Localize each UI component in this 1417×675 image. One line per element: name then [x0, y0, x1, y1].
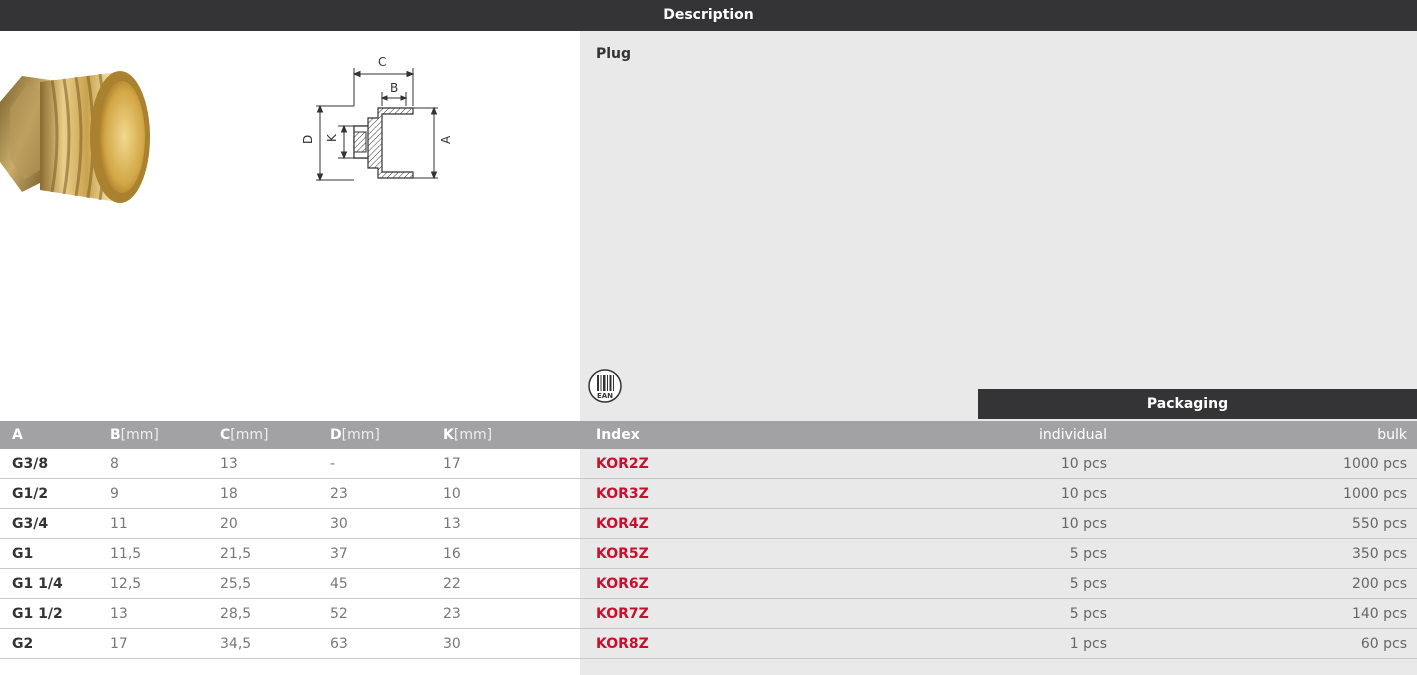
- cell-individual: 10 pcs: [978, 508, 1107, 539]
- cell-bulk: 1000 pcs: [1107, 448, 1417, 479]
- ean-label: EAN: [597, 392, 613, 400]
- cell-a: G3/4: [0, 508, 110, 539]
- header-k: K[mm]: [443, 421, 580, 449]
- cell-b: 8: [110, 448, 220, 479]
- cell-a: G1: [0, 538, 110, 569]
- cell-individual: 10 pcs: [978, 448, 1107, 479]
- cell-individual: 1 pcs: [978, 628, 1107, 659]
- cell-c: 13: [220, 448, 330, 479]
- cell-k: 17: [443, 448, 580, 479]
- table-row: G3/4 11 20 30 13 KOR4Z 10 pcs 550 pcs: [0, 508, 1417, 539]
- cell-c: 18: [220, 478, 330, 509]
- header-c: C[mm]: [220, 421, 330, 449]
- cell-a: G3/8: [0, 448, 110, 479]
- product-photo: [0, 71, 150, 203]
- header-index: Index: [580, 421, 978, 449]
- header-b: B[mm]: [110, 421, 220, 449]
- header-a: A: [0, 421, 110, 449]
- cell-a: G1/2: [0, 478, 110, 509]
- cell-k: 13: [443, 508, 580, 539]
- cell-bulk: 550 pcs: [1107, 508, 1417, 539]
- cell-c: 25,5: [220, 568, 330, 599]
- table-row: G2 17 34,5 63 30 KOR8Z 1 pcs 60 pcs: [0, 628, 1417, 659]
- cell-b: 11: [110, 508, 220, 539]
- cell-index[interactable]: KOR8Z: [580, 628, 978, 659]
- cell-k: 30: [443, 628, 580, 659]
- cell-index[interactable]: KOR2Z: [580, 448, 978, 479]
- cell-bulk: 140 pcs: [1107, 598, 1417, 629]
- cell-individual: 5 pcs: [978, 538, 1107, 569]
- table-header-row: A B[mm] C[mm] D[mm] K[mm] Index individu…: [0, 421, 1417, 449]
- cell-k: 10: [443, 478, 580, 509]
- cell-d: 30: [330, 508, 443, 539]
- cell-individual: 10 pcs: [978, 478, 1107, 509]
- cell-individual: 5 pcs: [978, 568, 1107, 599]
- product-title: Plug: [596, 46, 632, 62]
- cell-d: 37: [330, 538, 443, 569]
- table-row: G1 1/2 13 28,5 52 23 KOR7Z 5 pcs 140 pcs: [0, 598, 1417, 629]
- cell-index[interactable]: KOR4Z: [580, 508, 978, 539]
- cell-k: 23: [443, 598, 580, 629]
- header-bulk: bulk: [1107, 421, 1417, 449]
- description-header: Description: [0, 0, 1417, 31]
- cell-index[interactable]: KOR5Z: [580, 538, 978, 569]
- cell-a: G1 1/4: [0, 568, 110, 599]
- cell-bulk: 350 pcs: [1107, 538, 1417, 569]
- cell-a: G2: [0, 628, 110, 659]
- packaging-title: Packaging: [1146, 396, 1229, 412]
- table-row: G1/2 9 18 23 10 KOR3Z 10 pcs 1000 pcs: [0, 478, 1417, 509]
- cell-a: G1 1/2: [0, 598, 110, 629]
- cell-c: 34,5: [220, 628, 330, 659]
- dimension-k-label: K: [325, 133, 339, 142]
- table-row: G1 11,5 21,5 37 16 KOR5Z 5 pcs 350 pcs: [0, 538, 1417, 569]
- cell-c: 28,5: [220, 598, 330, 629]
- cell-d: 45: [330, 568, 443, 599]
- dimension-a-label: A: [439, 135, 453, 144]
- cell-b: 9: [110, 478, 220, 509]
- cell-k: 22: [443, 568, 580, 599]
- dimensions-table: A B[mm] C[mm] D[mm] K[mm] Index individu…: [0, 421, 1417, 659]
- packaging-header: Packaging: [978, 389, 1417, 419]
- cell-index[interactable]: KOR3Z: [580, 478, 978, 509]
- cell-bulk: 1000 pcs: [1107, 478, 1417, 509]
- cell-index[interactable]: KOR6Z: [580, 568, 978, 599]
- cell-c: 21,5: [220, 538, 330, 569]
- cell-c: 20: [220, 508, 330, 539]
- ean-barcode-icon: EAN: [588, 369, 622, 403]
- cell-index[interactable]: KOR7Z: [580, 598, 978, 629]
- cell-b: 13: [110, 598, 220, 629]
- description-title: Description: [663, 7, 754, 23]
- dimension-c-label: C: [378, 55, 386, 69]
- cell-bulk: 200 pcs: [1107, 568, 1417, 599]
- cell-k: 16: [443, 538, 580, 569]
- cell-d: -: [330, 448, 443, 479]
- table-row: G3/8 8 13 - 17 KOR2Z 10 pcs 1000 pcs: [0, 448, 1417, 479]
- cell-d: 23: [330, 478, 443, 509]
- cell-b: 11,5: [110, 538, 220, 569]
- cell-b: 17: [110, 628, 220, 659]
- header-individual: individual: [978, 421, 1107, 449]
- cell-b: 12,5: [110, 568, 220, 599]
- cell-individual: 5 pcs: [978, 598, 1107, 629]
- technical-drawing: C B D K A: [301, 55, 453, 182]
- cell-bulk: 60 pcs: [1107, 628, 1417, 659]
- header-d: D[mm]: [330, 421, 443, 449]
- dimension-b-label: B: [390, 81, 398, 95]
- cell-d: 63: [330, 628, 443, 659]
- table-row: G1 1/4 12,5 25,5 45 22 KOR6Z 5 pcs 200 p…: [0, 568, 1417, 599]
- cell-d: 52: [330, 598, 443, 629]
- dimension-d-label: D: [301, 135, 315, 144]
